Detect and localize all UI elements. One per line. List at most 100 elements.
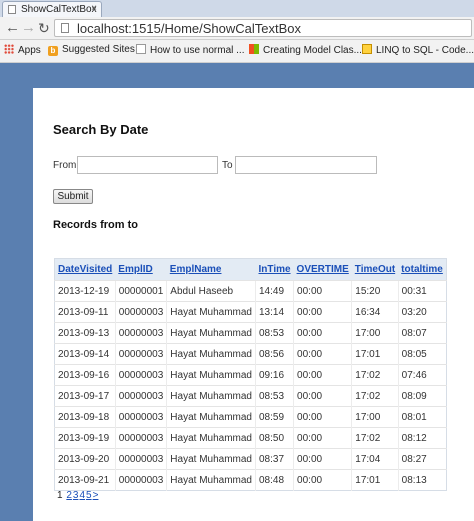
bookmark-how-to-use[interactable]: How to use normal ... (136, 44, 244, 56)
sort-link[interactable]: OVERTIME (297, 264, 349, 275)
browser-tab[interactable]: ShowCalTextBox × (2, 1, 102, 17)
column-header[interactable]: TimeOut (351, 258, 399, 281)
pager: 1 2345> (57, 490, 98, 501)
table-row: 2013-09-17 00000003 Hayat Muhammad 08:53 00:… (54, 385, 447, 407)
bookmark-linq[interactable]: LINQ to SQL - Code... (362, 44, 474, 56)
table-cell: 17:02 (351, 364, 399, 386)
table-row: 2013-12-19 00000001 Abdul Haseeb 14:49 00:00… (54, 280, 447, 302)
sort-link[interactable]: EmplName (170, 264, 222, 275)
table-cell: 00:00 (293, 301, 352, 323)
table-cell: 2013-09-11 (54, 301, 116, 323)
submit-button[interactable]: Submit (53, 189, 93, 204)
pager-link[interactable]: > (93, 490, 99, 501)
table-cell: 17:02 (351, 427, 399, 449)
table-cell: 2013-09-14 (54, 343, 116, 365)
table-cell: 00000003 (114, 427, 167, 449)
table-cell: 08:01 (397, 406, 447, 428)
table-cell: 00:00 (293, 364, 352, 386)
table-cell: 08:59 (254, 406, 294, 428)
bookmark-label: Apps (18, 45, 41, 56)
table-cell: 07:46 (397, 364, 447, 386)
bookmark-suggested-sites[interactable]: b Suggested Sites (48, 44, 135, 56)
to-label: To (222, 160, 233, 171)
table-cell: 2013-09-13 (54, 322, 116, 344)
table-cell: 14:49 (254, 280, 294, 302)
pager-link[interactable]: 4 (79, 490, 85, 501)
table-cell: Hayat Muhammad (166, 322, 256, 344)
address-bar[interactable]: localhost:1515/Home/ShowCalTextBox (54, 19, 472, 37)
table-cell: Hayat Muhammad (166, 448, 256, 470)
table-cell: 09:16 (254, 364, 294, 386)
forward-arrow-icon[interactable]: → (21, 19, 36, 37)
to-date-input[interactable] (235, 156, 377, 174)
bookmark-apps[interactable]: Apps (4, 44, 41, 56)
table-cell: 08:12 (397, 427, 447, 449)
table-cell: 00000003 (114, 406, 167, 428)
records-table: DateVisited EmplID EmplName InTime OVERTIME T… (54, 258, 447, 491)
pager-link[interactable]: 2 (66, 490, 72, 501)
table-row: 2013-09-16 00000003 Hayat Muhammad 09:16 00:… (54, 364, 447, 386)
sort-link[interactable]: totaltime (401, 264, 443, 275)
column-header[interactable]: OVERTIME (293, 258, 352, 281)
from-date-input[interactable] (77, 156, 218, 174)
table-cell: 00000001 (114, 280, 167, 302)
table-cell: Hayat Muhammad (166, 427, 256, 449)
table-row: 2013-09-14 00000003 Hayat Muhammad 08:56 00:… (54, 343, 447, 365)
table-cell: 00000003 (114, 322, 167, 344)
table-cell: 08:48 (254, 469, 294, 491)
sort-link[interactable]: EmplID (118, 264, 152, 275)
table-cell: Abdul Haseeb (166, 280, 256, 302)
table-cell: 08:09 (397, 385, 447, 407)
bookmark-label: How to use normal ... (150, 45, 245, 56)
table-cell: 03:20 (397, 301, 447, 323)
table-header-row: DateVisited EmplID EmplName InTime OVERTIME T… (54, 258, 447, 281)
sort-link[interactable]: TimeOut (355, 264, 395, 275)
table-cell: 2013-09-17 (54, 385, 116, 407)
table-row: 2013-09-11 00000003 Hayat Muhammad 13:14 00:… (54, 301, 447, 323)
pager-current-page: 1 (57, 490, 63, 501)
table-cell: 17:02 (351, 385, 399, 407)
records-heading: Records from to (53, 219, 138, 231)
back-arrow-icon[interactable]: ← (5, 19, 20, 37)
table-cell: 08:50 (254, 427, 294, 449)
column-header[interactable]: DateVisited (54, 258, 116, 281)
sort-link[interactable]: DateVisited (58, 264, 112, 275)
reload-icon[interactable]: ↻ (38, 19, 50, 37)
table-cell: 17:01 (351, 343, 399, 365)
tab-title: ShowCalTextBox (21, 4, 97, 15)
table-cell: 00000003 (114, 448, 167, 470)
table-cell: 00000003 (114, 385, 167, 407)
table-cell: Hayat Muhammad (166, 343, 256, 365)
table-row: 2013-09-19 00000003 Hayat Muhammad 08:50 00:… (54, 427, 447, 449)
sort-link[interactable]: InTime (259, 264, 291, 275)
table-cell: 2013-09-18 (54, 406, 116, 428)
bookmark-creating-model[interactable]: Creating Model Clas... (249, 44, 362, 56)
table-cell: Hayat Muhammad (166, 406, 256, 428)
table-cell: 00000003 (114, 343, 167, 365)
apps-grid-icon (4, 44, 14, 54)
column-header[interactable]: EmplName (166, 258, 256, 281)
column-header[interactable]: EmplID (115, 258, 167, 281)
pager-link[interactable]: 5 (86, 490, 92, 501)
column-header[interactable]: totaltime (398, 258, 447, 281)
bing-icon: b (48, 46, 58, 56)
table-cell: 00000003 (114, 469, 167, 491)
table-cell: 13:14 (254, 301, 294, 323)
table-cell: 08:07 (397, 322, 447, 344)
table-body: 2013-12-19 00000001 Abdul Haseeb 14:49 00:00… (54, 280, 447, 491)
table-cell: 00000003 (114, 364, 167, 386)
linq-icon (362, 44, 372, 54)
table-cell: 00:00 (293, 385, 352, 407)
pager-link[interactable]: 3 (73, 490, 79, 501)
column-header[interactable]: InTime (255, 258, 294, 281)
table-cell: 08:13 (397, 469, 447, 491)
table-cell: 08:27 (397, 448, 447, 470)
table-cell: 15:20 (351, 280, 399, 302)
table-cell: 2013-12-19 (54, 280, 116, 302)
page-content: Search By Date From To Submit Records fr… (33, 88, 474, 521)
page-title: Search By Date (53, 122, 149, 137)
table-row: 2013-09-21 00000003 Hayat Muhammad 08:48 00:… (54, 469, 447, 491)
table-cell: 00:00 (293, 469, 352, 491)
table-cell: 17:00 (351, 406, 399, 428)
close-icon[interactable]: × (91, 3, 97, 14)
